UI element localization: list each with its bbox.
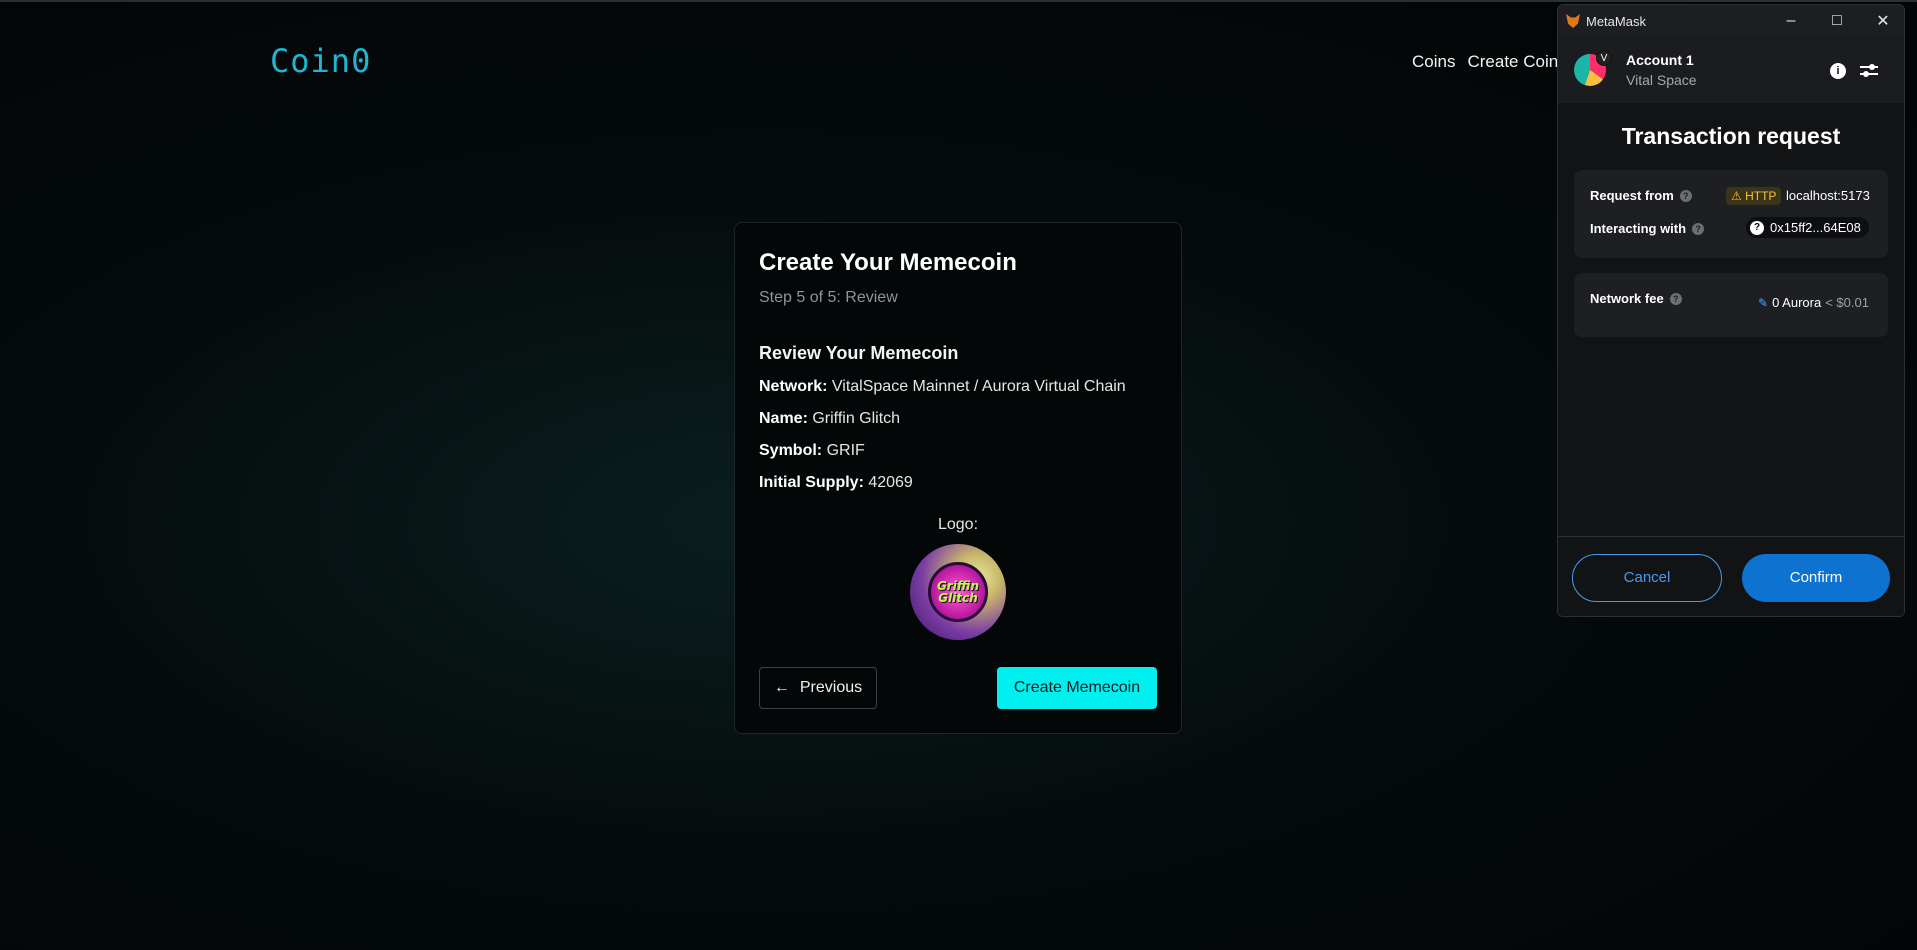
metamask-titlebar: MetaMask – □ ✕: [1558, 5, 1904, 37]
logo-badge: Griffin Glitch: [928, 562, 988, 622]
edit-pencil-icon[interactable]: ✎: [1758, 296, 1768, 310]
network-field: Network: VitalSpace Mainnet / Aurora Vir…: [759, 378, 1126, 395]
help-icon[interactable]: ?: [1679, 189, 1692, 202]
network-badge: V: [1596, 50, 1612, 66]
step-indicator: Step 5 of 5: Review: [759, 289, 898, 306]
account-header[interactable]: V Account 1 Vital Space i: [1558, 37, 1904, 103]
help-icon[interactable]: ?: [1669, 292, 1682, 305]
request-from-row: Request from ? ⚠ HTTP localhost:5173: [1590, 187, 1870, 205]
close-icon[interactable]: ✕: [1860, 5, 1904, 37]
network-fee-row: Network fee ? ✎ 0 Aurora < $0.01: [1590, 291, 1869, 310]
transaction-title: Transaction request: [1621, 123, 1841, 149]
site-logo[interactable]: Coin0: [270, 42, 371, 80]
logo-label: Logo:: [937, 516, 979, 533]
cancel-button[interactable]: Cancel: [1572, 553, 1722, 602]
initial-supply-field: Initial Supply: 42069: [759, 474, 913, 491]
metamask-window: MetaMask – □ ✕ V Account 1 Vital Space i…: [1557, 4, 1905, 617]
previous-button[interactable]: ← Previous: [759, 667, 877, 709]
contract-address-pill[interactable]: ? 0x15ff2...64E08: [1746, 217, 1869, 238]
network-name: Vital Space: [1626, 72, 1697, 88]
help-icon[interactable]: ?: [1692, 222, 1705, 235]
confirm-button[interactable]: Confirm: [1742, 553, 1890, 602]
top-border: [0, 0, 1917, 2]
account-name: Account 1: [1626, 52, 1694, 68]
request-details: Request from ? ⚠ HTTP localhost:5173 Int…: [1574, 170, 1888, 258]
window-title: MetaMask: [1586, 13, 1646, 29]
symbol-field: Symbol: GRIF: [759, 442, 865, 459]
nav-create-coin[interactable]: Create Coin: [1467, 52, 1558, 72]
fee-value[interactable]: ✎ 0 Aurora < $0.01: [1758, 295, 1869, 310]
unknown-contract-icon: ?: [1750, 220, 1764, 235]
account-avatar: V: [1574, 50, 1612, 86]
create-memecoin-button[interactable]: Create Memecoin: [997, 667, 1157, 709]
minimize-icon[interactable]: –: [1768, 5, 1814, 37]
site-nav: Coins Create Coin: [1412, 52, 1558, 72]
info-icon[interactable]: i: [1830, 63, 1846, 79]
maximize-icon[interactable]: □: [1814, 5, 1860, 37]
arrow-left-icon: ←: [773, 679, 790, 696]
metamask-footer: Cancel Confirm: [1558, 536, 1904, 616]
request-host: localhost:5173: [1786, 188, 1870, 203]
review-heading: Review Your Memecoin: [759, 343, 959, 363]
settings-sliders-icon[interactable]: [1860, 61, 1878, 79]
http-warning-badge: ⚠ HTTP: [1726, 187, 1782, 205]
coin-logo-image: Griffin Glitch: [910, 544, 1006, 640]
metamask-fox-icon: [1566, 14, 1580, 28]
nav-coins[interactable]: Coins: [1412, 52, 1455, 72]
name-field: Name: Griffin Glitch: [759, 410, 901, 427]
create-memecoin-card: Create Your Memecoin Step 5 of 5: Review…: [734, 222, 1182, 734]
network-fee-box: Network fee ? ✎ 0 Aurora < $0.01: [1574, 273, 1888, 337]
card-title: Create Your Memecoin: [759, 249, 1017, 276]
interacting-with-row: Interacting with ? ? 0x15ff2...64E08: [1590, 217, 1872, 238]
